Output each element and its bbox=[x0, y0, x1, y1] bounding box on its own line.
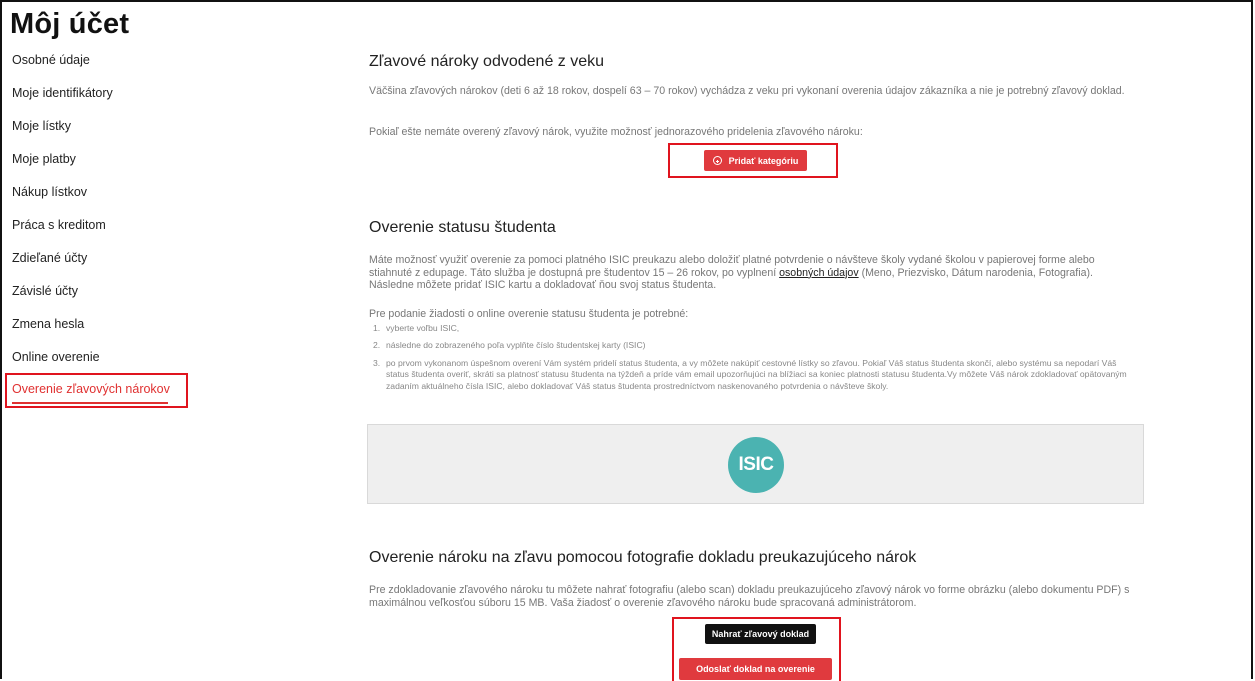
age-section-text: Väčšina zľavových nárokov (deti 6 až 18 … bbox=[369, 85, 1125, 97]
highlight-box-add-category bbox=[668, 143, 838, 178]
sidebar-item-dependent-accounts[interactable]: Závislé účty bbox=[12, 284, 78, 298]
sidebar-item-online-verification[interactable]: Online overenie bbox=[12, 350, 100, 364]
student-section-intro: Pre podanie žiadosti o online overenie s… bbox=[369, 308, 689, 320]
sidebar-item-identifiers[interactable]: Moje identifikátory bbox=[12, 86, 113, 100]
list-item: 3. po prvom vykonanom úspešnom overení Vá… bbox=[373, 357, 1127, 391]
sidebar-item-buy-tickets[interactable]: Nákup lístkov bbox=[12, 185, 87, 199]
sidebar-item-change-password[interactable]: Zmena hesla bbox=[12, 317, 84, 331]
sidebar-item-credit[interactable]: Práca s kreditom bbox=[12, 218, 106, 232]
sidebar-item-tickets[interactable]: Moje lístky bbox=[12, 119, 71, 133]
list-item: 1. vyberte voľbu ISIC, bbox=[373, 323, 460, 333]
isic-logo[interactable]: ISIC bbox=[728, 437, 784, 493]
photo-section-text: Pre zdokladovanie zľavového nároku tu mô… bbox=[369, 584, 1130, 609]
steps-list: 1. vyberte voľbu ISIC, 2. následne do zobr… bbox=[369, 323, 1137, 398]
highlight-box-sidebar bbox=[5, 373, 188, 408]
student-section-title: Overenie statusu študenta bbox=[369, 219, 556, 236]
sidebar-item-payments[interactable]: Moje platby bbox=[12, 152, 76, 166]
age-section-title: Zľavové nároky odvodené z veku bbox=[369, 53, 605, 70]
student-section-text: Máte možnosť využiť overenie za pomoci p… bbox=[369, 254, 1139, 292]
page-title: Môj účet bbox=[10, 8, 130, 40]
list-item: 2. následne do zobrazeného poľa vyplňte č… bbox=[373, 340, 646, 351]
sidebar-item-shared-accounts[interactable]: Zdieľané účty bbox=[12, 251, 87, 265]
sidebar-item-personal-data[interactable]: Osobné údaje bbox=[12, 53, 90, 67]
age-section-hint: Pokiaľ ešte nemáte overený zľavový nárok… bbox=[369, 126, 863, 138]
photo-section-title: Overenie nároku na zľavu pomocou fotogra… bbox=[369, 549, 917, 566]
highlight-box-upload bbox=[672, 617, 841, 681]
personal-data-link[interactable]: osobných údajov bbox=[779, 267, 859, 279]
